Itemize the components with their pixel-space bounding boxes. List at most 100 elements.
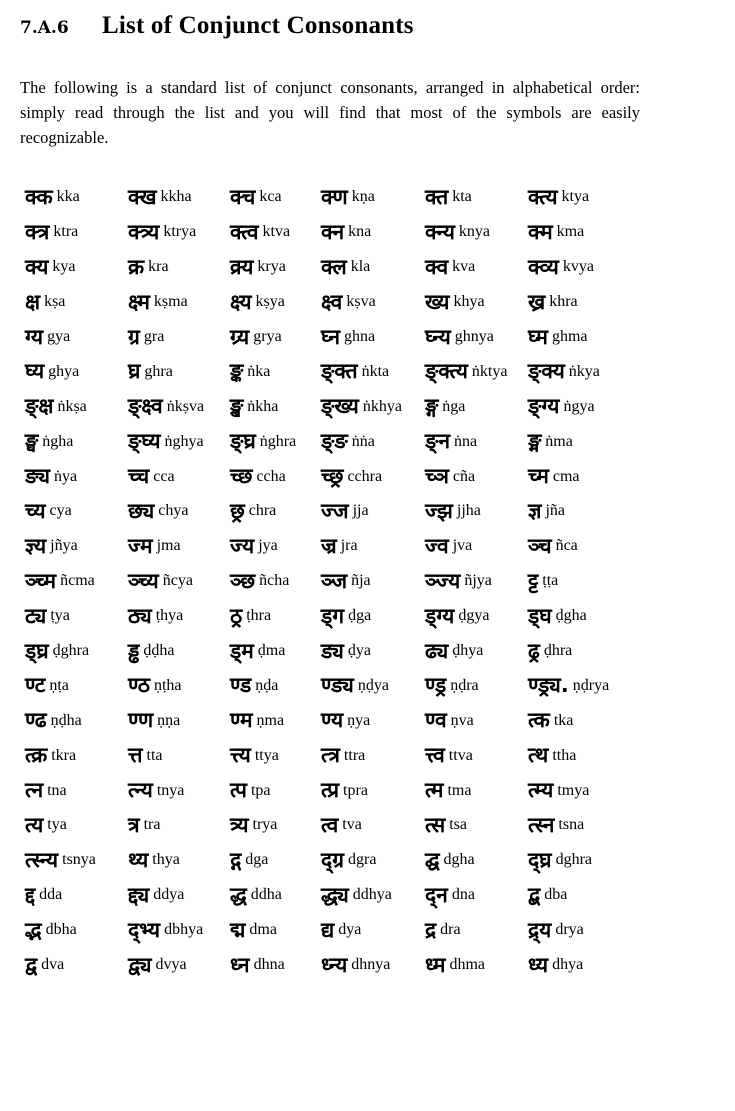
transliteration: jñya xyxy=(50,537,78,555)
devanagari-glyph: ध्य xyxy=(528,952,549,977)
conjunct-entry: ड्ढ ḍḍha xyxy=(128,634,230,669)
conjunct-entry: ढ्य ḍhya xyxy=(425,634,528,669)
transliteration: kvya xyxy=(562,258,594,276)
transliteration: ṅkha xyxy=(247,397,279,415)
devanagari-glyph: ण्ड्र्य. xyxy=(528,673,569,698)
conjunct-entry: त्त्य ttya xyxy=(230,738,321,773)
devanagari-glyph: ङ्य xyxy=(25,464,50,489)
transliteration: ñca xyxy=(555,537,578,555)
devanagari-glyph: ङ्घ्य xyxy=(128,429,161,454)
transliteration: ṅgya xyxy=(563,397,595,415)
devanagari-glyph: ङ्क्य xyxy=(528,359,565,384)
conjunct-entry: द्म dma xyxy=(230,913,321,948)
transliteration: tkra xyxy=(51,746,77,764)
transliteration: grya xyxy=(253,328,282,345)
conjunct-entry: ङ्घ ṅgha xyxy=(25,424,128,459)
devanagari-glyph: द्र xyxy=(425,917,437,942)
devanagari-glyph: क्य xyxy=(25,254,49,279)
conjunct-entry: क्ख kkha xyxy=(128,180,230,215)
devanagari-glyph: द्ध xyxy=(230,882,247,907)
conjunct-entry: द्न dna xyxy=(425,878,528,913)
devanagari-glyph: ज्म xyxy=(128,533,153,558)
devanagari-glyph: ख्र xyxy=(528,289,546,314)
devanagari-glyph: ञ्च xyxy=(528,533,552,558)
conjunct-entry: ज्ञ jña xyxy=(528,494,638,529)
devanagari-glyph: ङ्क्ष xyxy=(25,394,54,419)
conjunct-entry: द्व्य dvya xyxy=(128,948,230,983)
transliteration: tta xyxy=(146,746,163,764)
conjunct-entry: ड्ग्य ḍgya xyxy=(425,599,528,634)
devanagari-glyph: क्ष xyxy=(25,289,41,314)
devanagari-glyph: ग्र्य xyxy=(230,324,250,349)
devanagari-glyph: ञ्च्म xyxy=(25,568,57,593)
conjunct-entry: च्म cma xyxy=(528,459,638,494)
transliteration: ttya xyxy=(254,746,279,764)
transliteration: kṣa xyxy=(44,293,66,311)
devanagari-glyph: ण्व xyxy=(425,708,447,733)
conjunct-entry: द्ब dba xyxy=(528,878,638,913)
conjunct-entry: ञ्च ñca xyxy=(528,529,638,564)
devanagari-glyph: ज्झ xyxy=(425,498,453,523)
transliteration: trya xyxy=(252,816,278,834)
transliteration: kla xyxy=(350,258,371,276)
transliteration: ṅkya xyxy=(568,362,600,380)
conjunct-entry: घ्न्य ghnya xyxy=(425,320,528,355)
devanagari-glyph: द्व xyxy=(25,952,38,977)
transliteration: tsna xyxy=(558,816,585,834)
conjunct-entry: द्र्य drya xyxy=(528,913,638,948)
conjunct-entry: त्र्य trya xyxy=(230,808,321,843)
conjunct-entry: ठ्य ṭhya xyxy=(128,599,230,634)
devanagari-glyph: क्ण xyxy=(321,184,348,209)
conjunct-entry: ख्य khya xyxy=(425,285,528,320)
transliteration: dya xyxy=(338,921,362,939)
conjunct-entry: क्त्व ktva xyxy=(230,215,321,250)
transliteration: ghna xyxy=(344,328,376,345)
conjunct-entry: ण्म ṇma xyxy=(230,703,321,738)
devanagari-glyph: क्त्र्य xyxy=(128,219,160,244)
conjunct-entry: त्थ ttha xyxy=(528,738,638,773)
conjunct-entry: त्म tma xyxy=(425,773,528,808)
conjunct-entry: क्ष kṣa xyxy=(25,285,128,320)
conjunct-entry: च्छ्र cchra xyxy=(321,459,425,494)
transliteration: tna xyxy=(47,781,67,799)
devanagari-glyph: ण्ण xyxy=(128,708,154,733)
conjunct-entry: च्छ ccha xyxy=(230,459,321,494)
devanagari-glyph: त्य xyxy=(25,812,44,837)
section-title: List of Conjunct Consonants xyxy=(102,12,414,39)
conjunct-entry: क्व्य kvya xyxy=(528,250,638,285)
transliteration: ñja xyxy=(351,572,371,590)
conjunct-entry: ज्र jra xyxy=(321,529,425,564)
conjunct-entry: ञ्च्म ñcma xyxy=(25,564,128,599)
devanagari-glyph: क्त xyxy=(425,184,449,209)
conjunct-entry: द्ध ddha xyxy=(230,878,321,913)
transliteration: dna xyxy=(451,886,475,904)
devanagari-glyph: क्त्र xyxy=(25,219,50,244)
transliteration: ṇya xyxy=(347,711,371,729)
devanagari-glyph: घ्म xyxy=(528,324,548,349)
devanagari-glyph: क्म xyxy=(528,219,553,244)
conjunct-entry: ण्ट ṇṭa xyxy=(25,668,128,703)
conjunct-entry: ध्य dhya xyxy=(528,948,638,983)
devanagari-glyph: ण्ट xyxy=(25,673,46,698)
transliteration: ṅgha xyxy=(42,432,74,450)
transliteration: kva xyxy=(452,258,476,276)
conjunct-entry: ञ्च्य ñcya xyxy=(128,564,230,599)
conjunct-entry: त्न्य tnya xyxy=(128,773,230,808)
transliteration: ṅma xyxy=(545,432,573,450)
transliteration: dhma xyxy=(449,956,486,974)
devanagari-glyph: ट्ट xyxy=(528,568,539,593)
conjunct-entry: ज्य jya xyxy=(230,529,321,564)
devanagari-glyph: ङ्घ्र xyxy=(230,429,256,454)
transliteration: kca xyxy=(259,188,282,206)
transliteration: dhya xyxy=(552,956,584,974)
transliteration: ṇḍha xyxy=(50,711,82,729)
conjunct-entry: ग्य gya xyxy=(25,320,128,355)
conjunct-entry: त्य tya xyxy=(25,808,128,843)
conjunct-entry: ज्झ jjha xyxy=(425,494,528,529)
conjunct-entry: क्ण kṇa xyxy=(321,180,425,215)
conjunct-entry: ङ्ख ṅkha xyxy=(230,389,321,424)
devanagari-glyph: ड्घ xyxy=(528,603,552,628)
devanagari-glyph: क्ष्व xyxy=(321,289,343,314)
devanagari-glyph: त्न्य xyxy=(128,778,153,803)
devanagari-glyph: ग्र xyxy=(128,324,140,349)
